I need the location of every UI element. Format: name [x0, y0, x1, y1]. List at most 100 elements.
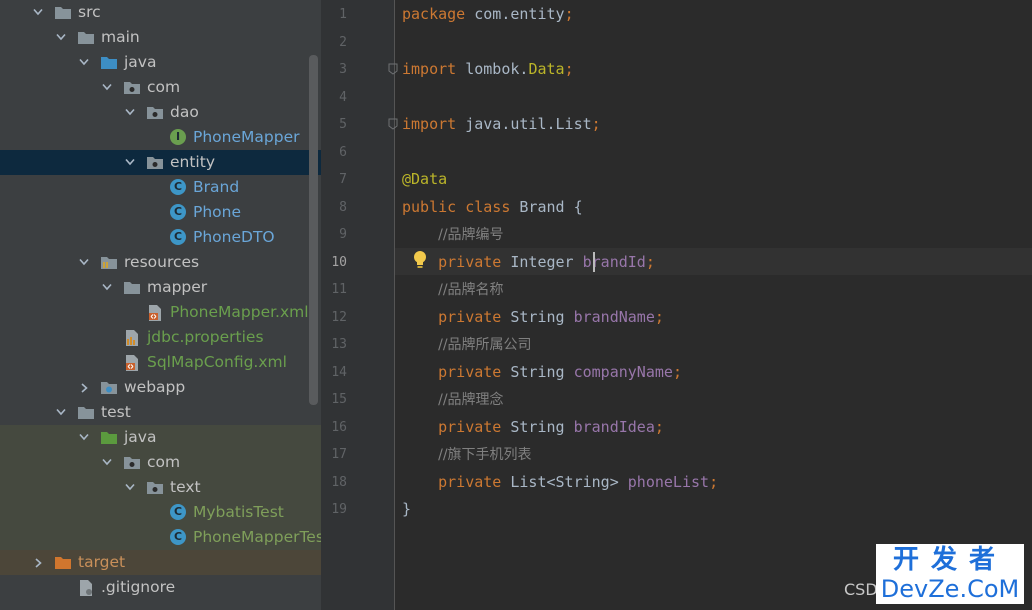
code-line[interactable]: private String companyName; — [402, 359, 682, 386]
code-line[interactable]: @Data — [402, 166, 447, 193]
tree-item-java[interactable]: java — [0, 425, 321, 450]
project-tree: src main java com dao I PhoneMapper entity C Bran… — [0, 0, 321, 610]
tree-item-com[interactable]: com — [0, 75, 321, 100]
folder-icon — [55, 7, 71, 19]
tree-item-test[interactable]: test — [0, 400, 321, 425]
tree-item-sqlmapconfig-xml[interactable]: SqlMapConfig.xml — [0, 350, 321, 375]
code-line[interactable]: //品牌编号 — [402, 221, 503, 248]
tree-item-dao[interactable]: dao — [0, 100, 321, 125]
code-token: String — [510, 307, 574, 326]
code-token: ; — [672, 362, 682, 381]
code-line[interactable]: //品牌名称 — [402, 276, 503, 303]
tree-item-brand[interactable]: C Brand — [0, 175, 321, 200]
folder-icon — [124, 282, 140, 294]
tree-item-webapp[interactable]: webapp — [0, 375, 321, 400]
code-line[interactable]: private String brandIdea; — [402, 414, 664, 441]
tree-item-label: PhoneDTO — [193, 228, 275, 246]
tree-item-label: PhoneMapperTest — [193, 528, 321, 546]
code-line[interactable]: package com.entity; — [402, 1, 574, 28]
source-folder-icon — [101, 57, 117, 69]
chevron-down-icon[interactable] — [124, 150, 136, 175]
tree-item-phone[interactable]: C Phone — [0, 200, 321, 225]
fold-marker-icon[interactable] — [388, 63, 398, 75]
code-annotation: @Data — [402, 170, 448, 188]
tree-item-phonemappertest[interactable]: C PhoneMapperTest — [0, 525, 321, 550]
line-number: 9 — [339, 227, 347, 242]
line-number: 7 — [339, 172, 347, 187]
tree-scrollbar[interactable] — [309, 55, 318, 405]
watermark-top-text: 开发者 — [892, 545, 1007, 575]
watermark-bottom-text: DevZe.CoM — [880, 575, 1020, 603]
watermark-logo: 开发者 DevZe.CoM — [876, 544, 1024, 604]
lightbulb-icon[interactable] — [412, 250, 428, 270]
chevron-down-icon[interactable] — [101, 450, 113, 475]
chevron-right-icon[interactable] — [32, 550, 44, 575]
code-line[interactable]: //品牌理念 — [402, 386, 504, 413]
tree-item-entity[interactable]: entity — [0, 150, 321, 175]
code-field: phoneList — [627, 472, 710, 491]
file-icon — [80, 580, 92, 596]
chevron-right-icon[interactable] — [78, 375, 90, 400]
chevron-down-icon[interactable] — [78, 50, 90, 75]
code-line[interactable]: private String brandName; — [402, 304, 664, 331]
code-line[interactable]: import java.util.List; — [402, 111, 601, 138]
tree-item-src[interactable]: src — [0, 0, 321, 25]
chevron-down-icon[interactable] — [32, 0, 44, 25]
code-keyword: import — [402, 60, 466, 78]
tree-item-jdbc-properties[interactable]: jdbc.properties — [0, 325, 321, 350]
tree-item-label: Phone — [193, 203, 242, 221]
tree-item-label: Brand — [193, 178, 240, 196]
package-icon — [124, 82, 140, 94]
code-editor[interactable]: 1 2 3 4 5 6 7 8 9 10 11 12 13 14 15 16 17 18 19 package co… — [321, 0, 1032, 610]
code-field: brandIdea — [573, 417, 655, 436]
class-icon: C — [170, 229, 186, 245]
tree-item-label: com — [147, 78, 181, 96]
tree-item-java[interactable]: java — [0, 50, 321, 75]
code-comment: //品牌理念 — [438, 392, 504, 408]
line-number: 18 — [331, 474, 347, 490]
tree-item-target[interactable]: target — [0, 550, 321, 575]
chevron-down-icon[interactable] — [78, 425, 90, 450]
line-number: 6 — [339, 144, 347, 160]
tree-item-com[interactable]: com — [0, 450, 321, 475]
tree-item-main[interactable]: main — [0, 25, 321, 50]
code-token: ; — [654, 307, 664, 326]
folder-icon — [78, 407, 94, 419]
code-token: List<String> — [510, 472, 628, 491]
tree-item-phonemapper-xml[interactable]: PhoneMapper.xml — [0, 300, 321, 325]
line-number: 19 — [331, 502, 347, 517]
xml-file-icon — [126, 355, 138, 371]
code-line[interactable]: //旗下手机列表 — [402, 441, 531, 468]
tree-item-mybatistest[interactable]: C MybatisTest — [0, 500, 321, 525]
chevron-down-icon[interactable] — [101, 275, 113, 300]
chevron-down-icon[interactable] — [124, 475, 136, 500]
tree-item-label: com — [147, 453, 181, 471]
code-token: ; — [645, 252, 655, 271]
tree-item-label: main — [101, 28, 140, 46]
tree-item-text[interactable]: text — [0, 475, 321, 500]
tree-item-gitignore[interactable]: .gitignore — [0, 575, 321, 600]
fold-marker-icon[interactable] — [388, 118, 398, 130]
tree-item-mapper[interactable]: mapper — [0, 275, 321, 300]
code-line[interactable]: public class Brand { — [402, 194, 583, 221]
tree-item-label: text — [170, 478, 201, 496]
chevron-down-icon[interactable] — [78, 250, 90, 275]
tree-item-phonemapper[interactable]: I PhoneMapper — [0, 125, 321, 150]
code-line[interactable]: //品牌所属公司 — [402, 331, 531, 358]
line-number: 11 — [331, 282, 347, 297]
chevron-down-icon[interactable] — [55, 25, 67, 50]
tree-item-label: SqlMapConfig.xml — [147, 353, 287, 371]
tree-item-resources[interactable]: resources — [0, 250, 321, 275]
code-line[interactable]: } — [402, 496, 411, 523]
code-line[interactable]: private Integer brandId; — [402, 249, 655, 276]
code-line[interactable]: import lombok.Data; — [402, 56, 574, 83]
tree-item-phonedto[interactable]: C PhoneDTO — [0, 225, 321, 250]
interface-icon: I — [170, 129, 186, 145]
code-keyword: private — [438, 362, 511, 381]
tree-item-label: mapper — [147, 278, 208, 296]
chevron-down-icon[interactable] — [101, 75, 113, 100]
chevron-down-icon[interactable] — [55, 400, 67, 425]
chevron-down-icon[interactable] — [124, 100, 136, 125]
code-line[interactable]: private List<String> phoneList; — [402, 469, 718, 496]
tree-item-label: entity — [170, 153, 215, 171]
